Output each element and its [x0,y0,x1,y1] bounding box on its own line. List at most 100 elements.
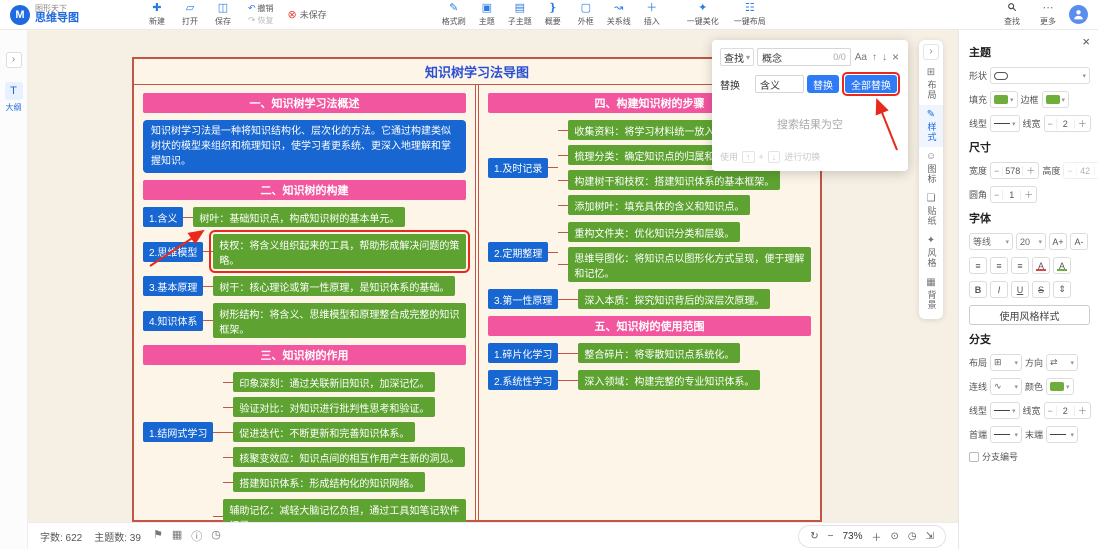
direction-select[interactable]: ⇄ ▾ [1046,354,1078,371]
find-input[interactable]: 概念 0/0 [757,48,851,66]
find-mode-dropdown[interactable]: 查找 ▾ [720,48,754,66]
tab-themes[interactable]: ✦ 风格 [919,231,943,273]
fill-color-select[interactable]: ▾ [990,91,1018,108]
replace-button[interactable]: 替换 [807,75,839,93]
minus-icon[interactable]: − [1045,406,1056,416]
next-match-icon[interactable]: ↓ [881,52,888,63]
underline-button[interactable]: U [1011,281,1029,298]
use-style-button[interactable]: 使用风格样式 [969,305,1090,325]
open-button[interactable]: ▱ 打开 [175,1,205,29]
plus-icon[interactable]: ＋ [1021,188,1036,201]
leaf-node[interactable]: 思维导图化：将知识点以图形化方式呈现，便于理解和记忆。 [568,247,811,282]
align-left-button[interactable]: ≡ [969,257,987,274]
arrow-end-select[interactable]: ▾ [1046,426,1078,443]
clock-icon[interactable]: ◷ [211,528,221,544]
leaf-node[interactable]: 重构文件夹：优化知识分类和层级。 [568,222,740,242]
leaf-node[interactable]: 核聚变效应：知识点间的相互作用产生新的洞见。 [233,447,465,467]
leaf-node[interactable]: 树形结构：将含义、思维模型和原理整合成完整的知识框架。 [213,303,466,338]
leaf-node[interactable]: 深入本质：探究知识背后的深层次原理。 [578,289,770,309]
minus-icon[interactable]: − [991,166,1002,176]
section-header-2[interactable]: 二、知识树的构建 [143,180,466,200]
outline-button[interactable]: T 大纲 [5,82,23,113]
tab-layout[interactable]: ⊞ 布局 [919,63,943,105]
width-stepper[interactable]: − 578 ＋ [990,162,1039,179]
tab-stickers[interactable]: ❏ 贴纸 [919,189,943,231]
user-avatar[interactable] [1069,5,1088,24]
topic-node[interactable]: 3.基本原理 [143,276,203,296]
zoom-in-button[interactable]: ＋ [871,529,881,544]
plus-icon[interactable]: ＋ [1075,117,1090,130]
frame-button[interactable]: ▢ 外框 [571,1,601,29]
zoom-out-button[interactable]: − [828,531,834,542]
line-type-select[interactable]: ▾ [990,115,1020,132]
more-button[interactable]: ⋯ 更多 [1033,1,1063,29]
italic-button[interactable]: I [990,281,1008,298]
info-icon[interactable]: ⓘ [191,528,202,544]
subtopic-button[interactable]: ▤ 子主题 [505,1,535,29]
topic-node[interactable]: 3.第一性原理 [488,289,558,309]
line-width-stepper[interactable]: − 2 ＋ [1044,115,1091,132]
section-header-1[interactable]: 一、知识树学习法概述 [143,93,466,113]
leaf-node[interactable]: 构建树干和枝杈：搭建知识体系的基本框架。 [568,170,780,190]
bold-button[interactable]: B [969,281,987,298]
topic-node[interactable]: 1.结网式学习 [143,422,213,442]
section-header-3[interactable]: 三、知识树的作用 [143,345,466,365]
undo-button[interactable]: ↶ 撤销 [248,3,274,14]
leaf-node[interactable]: 搭建知识体系：形成结构化的知识网络。 [233,472,425,492]
tab-style[interactable]: ✎ 样式 [919,105,943,147]
shape-select[interactable]: ▾ [990,67,1090,84]
topic-node[interactable]: 1.含义 [143,207,183,227]
leaf-node[interactable]: 印象深刻：通过关联新旧知识，加深记忆。 [233,372,435,392]
leaf-node[interactable]: 树叶：基础知识点，构成知识树的基本单元。 [193,207,405,227]
app-logo[interactable]: M 图形天下 思维导图 [10,5,118,25]
close-dialog-icon[interactable]: × [891,50,900,64]
branch-layout-select[interactable]: ⊞ ▾ [990,354,1022,371]
arrow-start-select[interactable]: ▾ [990,426,1022,443]
branch-line-type-select[interactable]: ▾ [990,402,1020,419]
topic-button[interactable]: ▣ 主题 [472,1,502,29]
leaf-node[interactable]: 整合碎片：将零散知识点系统化。 [578,343,740,363]
overview-node[interactable]: 知识树学习法是一种将知识结构化、层次化的方法。它通过构建类似树状的模型来组织和梳… [143,120,466,173]
expand-left-panel-button[interactable]: › [6,52,22,68]
plus-icon[interactable]: ＋ [1023,164,1038,177]
align-center-button[interactable]: ≡ [990,257,1008,274]
summary-button[interactable]: ❵ 概要 [538,1,568,29]
format-brush-button[interactable]: ✎ 格式刷 [439,1,469,29]
tab-icons[interactable]: ☺ 图标 [919,147,943,189]
plus-icon[interactable]: ＋ [1075,404,1090,417]
minus-icon[interactable]: − [991,190,1002,200]
plus-icon[interactable]: ＋ [1095,164,1098,177]
highlight-color-button[interactable]: A [1053,257,1071,274]
topic-node[interactable]: 2.系统性学习 [488,370,558,390]
font-color-button[interactable]: A [1032,257,1050,274]
minus-icon[interactable]: − [1064,166,1075,176]
beautify-button[interactable]: ✦ 一键美化 [681,1,725,29]
save-button[interactable]: ◫ 保存 [208,1,238,29]
radius-stepper[interactable]: − 1 ＋ [990,186,1037,203]
height-stepper[interactable]: − 42 ＋ [1063,162,1098,179]
leaf-node[interactable]: 树干：核心理论或第一性原理，是知识体系的基础。 [213,276,455,296]
minus-icon[interactable]: − [1045,119,1056,129]
redo-button[interactable]: ↷ 恢复 [248,15,274,26]
leaf-node[interactable]: 验证对比：对知识进行批判性思考和验证。 [233,397,435,417]
replace-input[interactable]: 含义 [755,75,804,93]
flag-icon[interactable]: ⚑ [153,528,163,544]
line-spacing-button[interactable]: ⇕ [1053,281,1071,298]
strikethrough-button[interactable]: S [1032,281,1050,298]
close-panel-icon[interactable]: × [1082,34,1090,49]
topic-node[interactable]: 2.思维模型 [143,242,203,262]
autolayout-button[interactable]: ☷ 一键布局 [728,1,772,29]
topic-node[interactable]: 2.定期整理 [488,242,548,262]
new-button[interactable]: ✚ 新建 [142,1,172,29]
font-family-select[interactable]: 等线 ▾ [969,233,1013,250]
prev-match-icon[interactable]: ↑ [871,52,878,63]
fit-canvas-icon[interactable]: ↻ [810,531,818,542]
connector-select[interactable]: ∿ ▾ [990,378,1022,395]
border-color-select[interactable]: ▾ [1042,91,1070,108]
locate-icon[interactable]: ⊙ [890,531,898,542]
relation-button[interactable]: ↝ 关系线 [604,1,634,29]
font-size-select[interactable]: 20 ▾ [1016,233,1046,250]
topic-node[interactable]: 1.碎片化学习 [488,343,558,363]
leaf-node[interactable]: 深入领域：构建完整的专业知识体系。 [578,370,760,390]
timer-icon[interactable]: ◷ [908,531,917,542]
